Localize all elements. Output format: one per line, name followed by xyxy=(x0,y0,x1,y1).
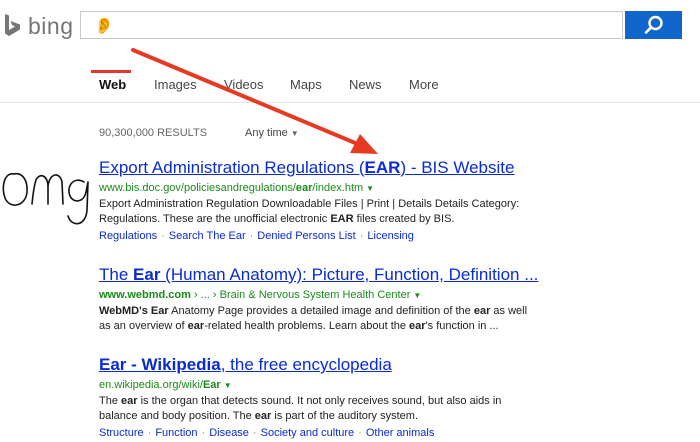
chevron-down-icon[interactable]: ▼ xyxy=(413,291,421,300)
deep-link[interactable]: Denied Persons List xyxy=(257,230,355,242)
result-title-link[interactable]: Ear - Wikipedia, the free encyclopedia xyxy=(99,355,679,375)
tab-news[interactable]: News xyxy=(349,77,382,92)
scope-tabs: Web Images Videos Maps News More xyxy=(0,70,700,100)
chevron-down-icon[interactable]: ▼ xyxy=(224,381,232,390)
deep-links: Regulations · Search The Ear · Denied Person… xyxy=(99,230,414,242)
bing-logo[interactable]: bing xyxy=(4,12,73,40)
tab-images[interactable]: Images xyxy=(154,77,197,92)
search-result: Export Administration Regulations (EAR) … xyxy=(99,158,679,244)
search-button[interactable] xyxy=(625,11,682,39)
search-result: Ear - Wikipedia, the free encyclopedia e… xyxy=(99,355,679,441)
chevron-down-icon[interactable]: ▼ xyxy=(366,184,374,193)
search-result: The Ear (Human Anatomy): Picture, Functi… xyxy=(99,265,679,334)
search-box[interactable]: 👂 xyxy=(80,11,623,40)
result-title-link[interactable]: Export Administration Regulations (EAR) … xyxy=(99,158,679,178)
result-snippet: Export Administration Regulation Downloa… xyxy=(99,198,520,225)
tab-web[interactable]: Web xyxy=(99,77,126,92)
result-snippet: WebMD's Ear Anatomy Page provides a deta… xyxy=(99,305,528,332)
tab-maps[interactable]: Maps xyxy=(290,77,322,92)
tab-more[interactable]: More xyxy=(409,77,439,92)
time-filter-label: Any time xyxy=(245,127,288,139)
deep-links: Structure · Function · Disease · Society and c… xyxy=(99,427,435,439)
result-url: www.bis.doc.gov/policiesandregulations/e… xyxy=(99,182,375,194)
search-query-ear-emoji: 👂 xyxy=(94,18,114,35)
search-input[interactable] xyxy=(81,12,573,40)
result-snippet: The ear is the organ that detects sound.… xyxy=(99,395,502,422)
time-filter[interactable]: Any time ▼ xyxy=(245,127,299,139)
handwritten-omg: omg xyxy=(2,172,89,225)
deep-link[interactable]: Disease xyxy=(209,427,249,439)
deep-link[interactable]: Search The Ear xyxy=(169,230,246,242)
result-title-link[interactable]: The Ear (Human Anatomy): Picture, Functi… xyxy=(99,265,679,285)
deep-link[interactable]: Society and culture xyxy=(261,427,355,439)
deep-link[interactable]: Regulations xyxy=(99,230,157,242)
active-tab-indicator xyxy=(91,70,131,73)
deep-link[interactable]: Licensing xyxy=(367,230,413,242)
deep-link[interactable]: Other animals xyxy=(366,427,434,439)
bing-wordmark: bing xyxy=(28,12,74,39)
deep-link[interactable]: Structure xyxy=(99,427,144,439)
deep-link[interactable]: Function xyxy=(155,427,197,439)
chevron-down-icon: ▼ xyxy=(290,129,299,138)
result-url: en.wikipedia.org/wiki/Ear ▼ xyxy=(99,379,232,391)
bing-b-icon xyxy=(5,14,20,36)
tab-videos[interactable]: Videos xyxy=(224,77,264,92)
result-url: www.webmd.com › ... › Brain & Nervous Sy… xyxy=(99,289,422,301)
result-count: 90,300,000 RESULTS xyxy=(99,127,208,139)
search-icon xyxy=(644,15,663,34)
tabs-divider xyxy=(0,102,700,103)
